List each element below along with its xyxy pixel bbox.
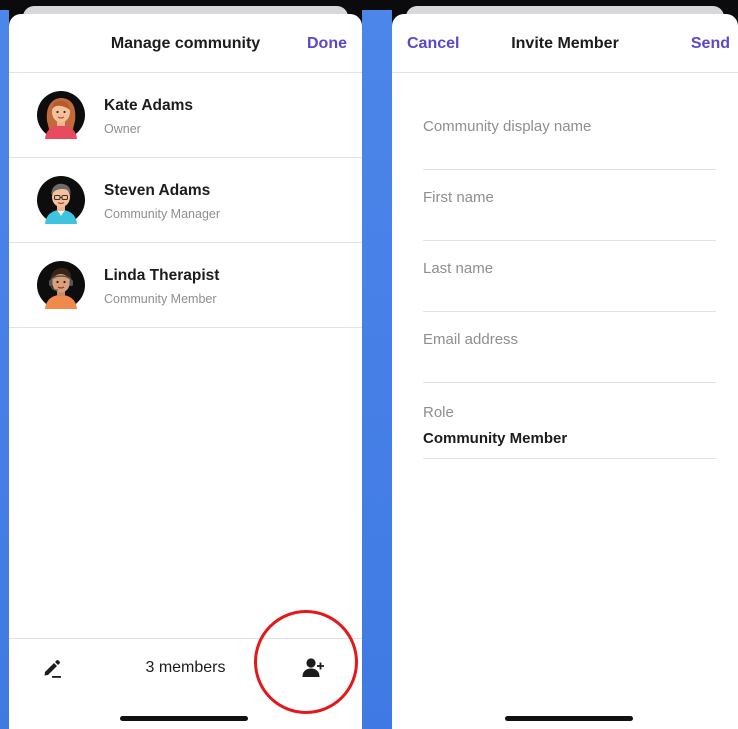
member-row-linda-therapist[interactable]: Linda Therapist Community Member bbox=[9, 243, 362, 328]
field-placeholder: Email address bbox=[423, 331, 519, 348]
member-list: Kate Adams Owner Steven Adams Community … bbox=[9, 73, 362, 328]
member-row-steven-adams[interactable]: Steven Adams Community Manager bbox=[9, 158, 362, 243]
role-label: Role bbox=[423, 404, 454, 421]
send-button[interactable]: Send bbox=[691, 35, 730, 53]
invite-member-form: Community display name First name Last n… bbox=[423, 72, 716, 459]
manage-community-screen: Manage community Done Kate Adams Owner S… bbox=[9, 0, 362, 729]
member-role: Owner bbox=[104, 122, 141, 136]
invite-member-nav-bar: Cancel Invite Member Send bbox=[392, 14, 738, 73]
member-name: Kate Adams bbox=[104, 97, 194, 114]
done-button[interactable]: Done bbox=[307, 35, 347, 53]
field-placeholder: Community display name bbox=[423, 118, 592, 135]
member-name: Linda Therapist bbox=[104, 267, 220, 284]
field-placeholder: First name bbox=[423, 189, 494, 206]
role-selector[interactable]: Role Community Member bbox=[423, 383, 716, 459]
manage-community-nav-bar: Manage community Done bbox=[9, 14, 362, 73]
screenshot-stage: Manage community Done Kate Adams Owner S… bbox=[0, 0, 738, 729]
invite-member-sheet: Cancel Invite Member Send Community disp… bbox=[392, 14, 738, 729]
page-title: Invite Member bbox=[511, 35, 619, 52]
first-name-field[interactable]: First name bbox=[423, 170, 716, 241]
member-role: Community Manager bbox=[104, 207, 221, 221]
manage-community-bottom-bar: 3 members bbox=[9, 638, 362, 729]
member-row-kate-adams[interactable]: Kate Adams Owner bbox=[9, 73, 362, 158]
role-value: Community Member bbox=[423, 430, 568, 447]
last-name-field[interactable]: Last name bbox=[423, 241, 716, 312]
member-name: Steven Adams bbox=[104, 182, 211, 199]
community-display-name-field[interactable]: Community display name bbox=[423, 72, 716, 170]
field-placeholder: Last name bbox=[423, 260, 494, 277]
home-indicator bbox=[120, 716, 248, 721]
email-field[interactable]: Email address bbox=[423, 312, 716, 383]
manage-community-sheet: Manage community Done Kate Adams Owner S… bbox=[9, 14, 362, 729]
invite-member-screen: Cancel Invite Member Send Community disp… bbox=[392, 0, 738, 729]
home-indicator bbox=[505, 716, 633, 721]
man-avatar-icon bbox=[37, 176, 85, 224]
member-role: Community Member bbox=[104, 292, 217, 306]
woman-avatar-icon bbox=[37, 91, 85, 139]
add-person-icon[interactable] bbox=[301, 656, 325, 680]
woman-headset-avatar-icon bbox=[37, 261, 85, 309]
